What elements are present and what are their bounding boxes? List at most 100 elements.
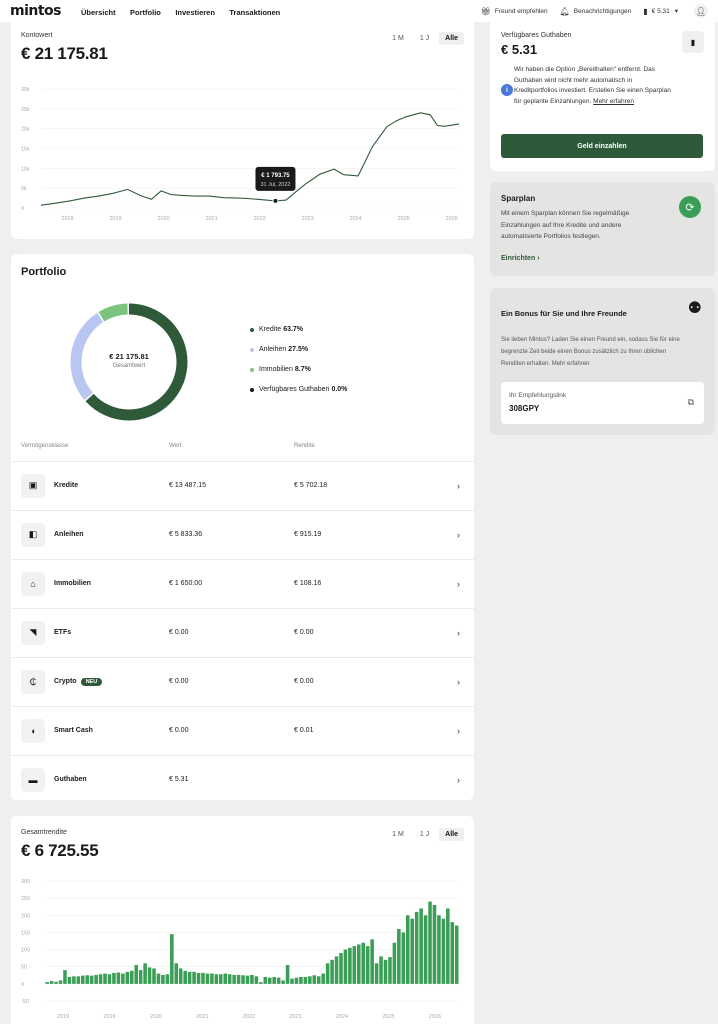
- bar: [76, 976, 81, 984]
- wallet-stack-icon: ▣: [21, 473, 45, 498]
- notifications-button[interactable]: 🔔︎ Benachrichtigungen: [560, 7, 632, 16]
- x-tick-label: 2019: [103, 1014, 115, 1020]
- bar: [281, 980, 285, 984]
- bar: [112, 972, 116, 984]
- bar: [383, 959, 388, 984]
- bar: [352, 946, 357, 984]
- account-value: € 21 175.81: [21, 44, 108, 63]
- bar: [397, 929, 401, 984]
- chevron-right-icon: ›: [537, 255, 540, 262]
- asset-name: Smart Cash: [54, 727, 93, 734]
- setup-savings-plan-link[interactable]: Einrichten ›: [501, 255, 540, 262]
- x-tick-label: 2022: [243, 1014, 255, 1020]
- asset-value: € 13 487.15: [169, 482, 206, 489]
- bonus-more-link[interactable]: Mehr erfahren: [552, 361, 590, 367]
- range-1m[interactable]: 1 M: [386, 32, 410, 45]
- table-row[interactable]: ◖ Smart Cash € 0.00 € 0.01 ›: [11, 706, 474, 754]
- asset-return: € 915.19: [294, 531, 322, 538]
- asset-return: € 108.16: [294, 580, 322, 587]
- table-row[interactable]: ₵ Crypto NEU € 0.00 € 0.00 ›: [11, 657, 474, 705]
- legend-item: Kredite 63.7%: [250, 326, 347, 333]
- bar: [134, 965, 138, 984]
- y-tick-label: 25k: [21, 107, 30, 113]
- bar: [178, 968, 183, 984]
- nav-portfolio[interactable]: Portfolio: [130, 8, 161, 17]
- bell-icon: 🔔︎: [559, 6, 570, 16]
- chevron-right-icon: ›: [457, 725, 460, 736]
- bar: [227, 974, 232, 984]
- balance-dropdown[interactable]: ▮ € 5.31 ▾: [643, 7, 678, 16]
- bar: [250, 974, 254, 984]
- y-tick-label: 5k: [21, 186, 27, 192]
- bar: [290, 978, 294, 984]
- smart-cash-icon: ◖: [21, 718, 45, 743]
- x-tick-label: 2024: [350, 216, 362, 222]
- y-tick-label: 100: [21, 948, 30, 954]
- copy-icon[interactable]: ⧉: [688, 397, 694, 408]
- bar: [401, 932, 406, 984]
- total-return-card: Gesamtrendite € 6 725.55 1 M 1 J Alle -5…: [11, 816, 474, 1024]
- tooltip-date: 31 Jul, 2022: [260, 182, 290, 188]
- x-tick-label: 2026: [429, 1014, 441, 1020]
- refer-friend-button[interactable]: 🎁︎ Freund empfehlen: [481, 7, 548, 16]
- bar: [232, 974, 236, 984]
- bar: [183, 970, 187, 984]
- chevron-right-icon: ›: [457, 774, 460, 785]
- user-avatar-icon[interactable]: 👤︎: [694, 4, 708, 18]
- bar: [325, 963, 330, 984]
- bar: [187, 971, 192, 984]
- chevron-down-icon: ▾: [674, 8, 678, 15]
- bar: [446, 908, 450, 984]
- x-tick-label: 2025: [382, 1014, 394, 1020]
- bar: [236, 974, 241, 984]
- nav-invest[interactable]: Investieren: [175, 8, 215, 17]
- x-tick-label: 2021: [205, 216, 217, 222]
- asset-name: Guthaben: [54, 776, 87, 783]
- deposit-funds-button[interactable]: Geld einzahlen: [501, 134, 703, 158]
- bar: [343, 949, 348, 984]
- range-all[interactable]: Alle: [439, 828, 464, 841]
- bar: [210, 973, 214, 984]
- bar: [219, 974, 223, 984]
- range-1y[interactable]: 1 J: [414, 828, 435, 841]
- total-return-bar-chart[interactable]: -50 0 50 100 150 200 250 300 2019 2019 2020 2021 202…: [11, 876, 474, 1024]
- bar: [432, 905, 437, 984]
- account-value-line-chart[interactable]: 0 5k 10k 15k 20k 25k 30k 2018 2019 2020 2021 2022 20…: [11, 84, 474, 234]
- x-tick-label: 2019: [109, 216, 121, 222]
- total-return-label: Gesamtrendite: [21, 829, 67, 836]
- info-icon: i: [501, 84, 513, 96]
- asset-return: € 0.01: [294, 727, 314, 734]
- nav-overview[interactable]: Übersicht: [81, 8, 116, 17]
- available-balance-value: € 5.31: [501, 42, 538, 57]
- wallet-icon: ▬: [21, 767, 45, 792]
- y-tick-label: 50: [21, 965, 27, 971]
- refresh-icon: ⟳: [679, 196, 701, 218]
- x-tick-label: 2021: [196, 1014, 208, 1020]
- table-row[interactable]: ◧ Anleihen € 5 833.36 € 915.19 ›: [11, 510, 474, 558]
- bar: [419, 908, 423, 984]
- mintos-logo[interactable]: mintos: [10, 3, 62, 19]
- bar: [272, 977, 276, 984]
- range-all[interactable]: Alle: [439, 32, 464, 45]
- range-1m[interactable]: 1 M: [386, 828, 410, 841]
- bar: [321, 973, 325, 984]
- referral-link-label: Ihr Empfehlungslink: [509, 392, 567, 399]
- x-tick-label: 2020: [150, 1014, 162, 1020]
- account-value-label: Kontowert: [21, 32, 53, 39]
- table-row[interactable]: ▬ Guthaben € 5.31 ›: [11, 755, 474, 803]
- bar: [437, 915, 441, 984]
- bar: [107, 974, 112, 984]
- account-value-card: Kontowert € 21 175.81 1 M 1 J Alle 0 5k 10…: [11, 22, 474, 239]
- range-1y[interactable]: 1 J: [414, 32, 435, 45]
- portfolio-title: Portfolio: [21, 266, 67, 278]
- nav-transactions[interactable]: Transaktionen: [229, 8, 280, 17]
- table-row[interactable]: ⌂ Immobilien € 1 650.00 € 108.16 ›: [11, 559, 474, 607]
- table-row[interactable]: ◥ ETFs € 0.00 € 0.00 ›: [11, 608, 474, 656]
- table-row[interactable]: ▣ Kredite € 13 487.15 € 5 702.18 ›: [11, 461, 474, 509]
- bar: [54, 981, 58, 984]
- asset-value: € 5 833.36: [169, 531, 203, 538]
- y-tick-label: 0: [21, 206, 24, 212]
- referral-link-box: Ihr Empfehlungslink 308GPY ⧉: [501, 382, 704, 424]
- bar: [379, 956, 383, 984]
- learn-more-link[interactable]: Mehr erfahren: [593, 98, 634, 105]
